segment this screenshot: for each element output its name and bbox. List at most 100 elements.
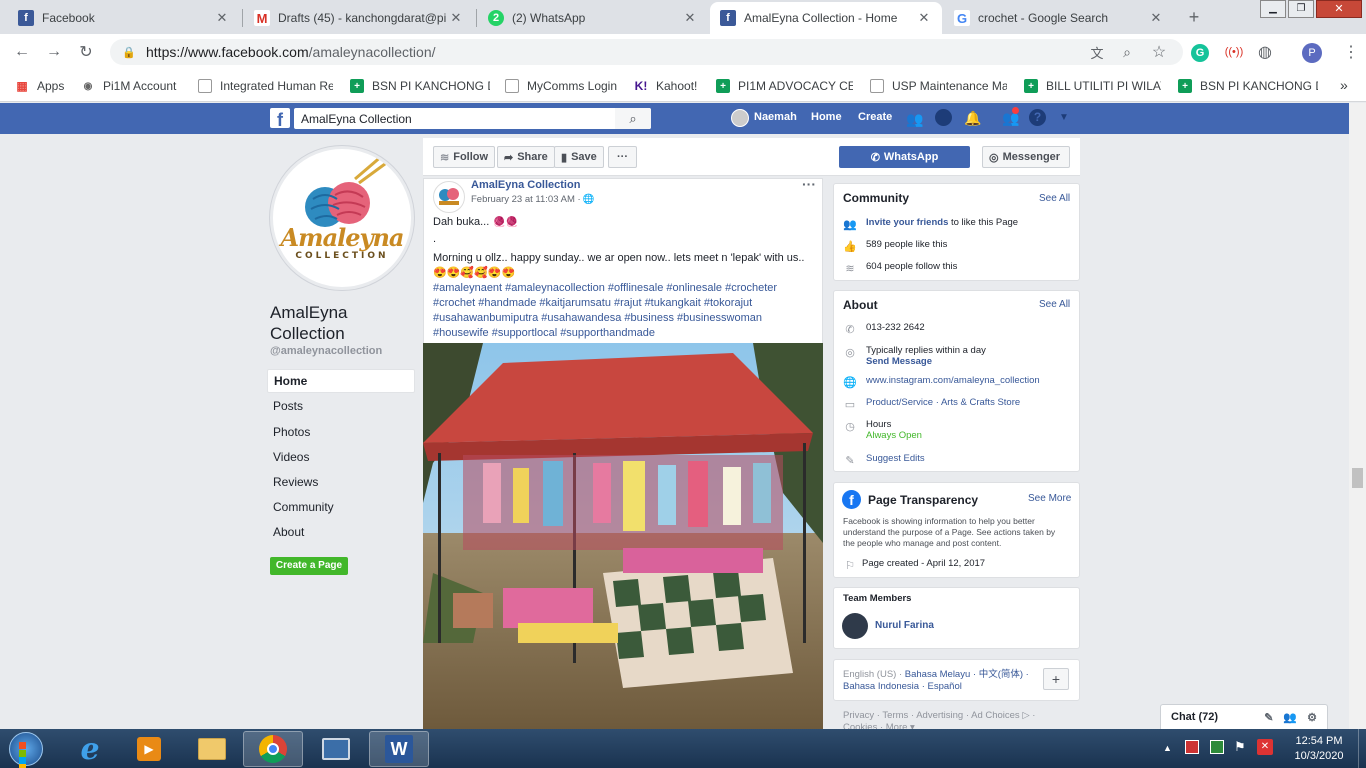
post-hashtags-line[interactable]: #amaleynaent #amaleynacollection #offlin… [433, 281, 818, 296]
chat-bar[interactable]: Chat (72) ✎ 👥 ⚙ [1160, 704, 1328, 729]
post-options-icon[interactable]: ··· [802, 176, 816, 192]
nav-create-link[interactable]: Create [858, 111, 892, 123]
tab-facebook[interactable]: f Facebook ✕ [8, 2, 240, 34]
instagram-link[interactable]: www.instagram.com/amaleyna_collection [866, 375, 1040, 386]
show-desktop-button[interactable] [1358, 729, 1366, 768]
bookmark-kahoot[interactable]: K! Kahoot! [634, 77, 704, 95]
forward-arrow-icon[interactable]: → [42, 40, 66, 64]
close-icon[interactable]: ✕ [916, 10, 932, 26]
post-author-link[interactable]: AmalEyna Collection [471, 179, 580, 191]
facebook-search-input[interactable]: AmalEyna Collection [294, 108, 651, 129]
network-tray-icon[interactable] [1185, 740, 1199, 754]
tab-amaleyna-active[interactable]: f AmalEyna Collection - Home ✕ [710, 2, 942, 34]
nav-home-link[interactable]: Home [811, 111, 842, 123]
send-message-link[interactable]: Send Message [866, 356, 932, 367]
create-page-button[interactable]: Create a Page [270, 557, 348, 575]
team-member-link[interactable]: Nurul Farina [875, 620, 934, 631]
bookmark-mycomms[interactable]: MyComms Login [505, 77, 625, 95]
address-bar[interactable]: 🔒 https://www.facebook.com/amaleynacolle… [110, 39, 1183, 65]
bookmark-bsn-pi-kanchong[interactable]: + BSN PI KANCHONG D [350, 77, 490, 95]
new-tab-button[interactable]: + [1183, 6, 1205, 28]
group-icon[interactable]: 👥 [1283, 711, 1297, 724]
messenger-button[interactable]: ◎ Messenger [982, 146, 1070, 168]
bookmark-bill-utiliti[interactable]: + BILL UTILITI PI WILAY [1024, 77, 1161, 95]
grammarly-icon[interactable]: G [1191, 44, 1209, 62]
bookmark-pi1m-advocacy[interactable]: + PI1M ADVOCACY CEN [716, 77, 853, 95]
share-button[interactable]: ➦ Share [497, 146, 555, 168]
back-arrow-icon[interactable]: ← [10, 40, 34, 64]
chrome-taskbar-icon[interactable] [243, 731, 303, 767]
chat-settings-gear-icon[interactable]: ⚙ [1307, 711, 1317, 724]
bookmark-usp-maintenance[interactable]: USP Maintenance Ma [870, 77, 1007, 95]
post-timestamp[interactable]: February 23 at 11:03 AM · 🌐 [471, 194, 595, 205]
show-hidden-icons-arrow-icon[interactable]: ▲ [1163, 743, 1172, 753]
left-nav-videos[interactable]: Videos [267, 445, 415, 469]
post-author-avatar[interactable] [433, 181, 465, 213]
left-nav-community[interactable]: Community [267, 495, 415, 519]
word-taskbar-icon[interactable]: W [369, 731, 429, 767]
search-icon[interactable]: ⌕ [615, 108, 651, 129]
page-scrollbar[interactable] [1349, 103, 1366, 729]
profile-avatar[interactable]: P [1302, 43, 1322, 63]
globe-extension-icon[interactable]: ◍ [1253, 40, 1277, 64]
suggest-edits-link[interactable]: Suggest Edits [866, 453, 925, 464]
bookmarks-overflow[interactable]: » [1340, 76, 1354, 94]
transparency-see-more-link[interactable]: See More [1028, 493, 1071, 504]
category-link[interactable]: Product/Service · Arts & Crafts Store [866, 397, 1020, 408]
reload-icon[interactable]: ↻ [74, 40, 98, 64]
team-member-avatar[interactable] [842, 613, 868, 639]
tab-google-search[interactable]: G crochet - Google Search ✕ [944, 2, 1174, 34]
close-icon[interactable]: ✕ [214, 10, 230, 26]
bookmark-bsn-pi-kanchong-2[interactable]: + BSN PI KANCHONG D [1178, 77, 1318, 95]
action-center-flag-icon[interactable]: ⚑ [1234, 739, 1246, 755]
account-menu-caret-icon[interactable]: ▼ [1059, 112, 1069, 123]
remote-desktop-taskbar-icon[interactable] [306, 731, 366, 767]
community-see-all-link[interactable]: See All [1039, 193, 1070, 204]
messenger-icon[interactable] [935, 109, 952, 126]
menu-kebab-icon[interactable]: ⋮ [1339, 40, 1363, 64]
bookmark-star-icon[interactable]: ☆ [1147, 40, 1171, 64]
close-window-icon[interactable]: ✕ [1316, 0, 1362, 18]
language-links[interactable]: Bahasa Melayu · 中文(简体) · [905, 669, 1029, 680]
system-clock[interactable]: 12:54 PM 10/3/2020 [1284, 734, 1354, 764]
user-avatar[interactable] [731, 109, 749, 127]
close-icon[interactable]: ✕ [448, 10, 464, 26]
minimize-icon[interactable]: ▁ [1260, 0, 1286, 18]
file-explorer-taskbar-icon[interactable] [182, 731, 242, 767]
post-hashtags-line[interactable]: #crochet #handmade #kaitjarumsatu #rajut… [433, 296, 818, 311]
restore-icon[interactable]: ❐ [1288, 0, 1314, 18]
add-language-button[interactable]: + [1043, 668, 1069, 690]
tab-gmail[interactable]: M Drafts (45) - kanchongdarat@pi ✕ [244, 2, 474, 34]
left-nav-home[interactable]: Home [267, 369, 415, 393]
user-name-link[interactable]: Naemah [754, 111, 797, 123]
scrollbar-thumb[interactable] [1352, 468, 1363, 488]
invite-friends-link[interactable]: Invite your friends [866, 217, 948, 228]
save-button[interactable]: ▮ Save [554, 146, 604, 168]
bookmark-apps[interactable]: ▦ Apps [15, 77, 75, 95]
sync-tray-icon[interactable] [1210, 740, 1224, 754]
help-icon[interactable]: ? [1029, 109, 1046, 126]
post-hashtags-line[interactable]: #usahawanbumiputra #usahawandesa #busine… [433, 311, 818, 326]
bookmark-integrated-human[interactable]: Integrated Human Re [198, 77, 333, 95]
compose-icon[interactable]: ✎ [1264, 711, 1273, 724]
post-photo[interactable] [423, 343, 823, 729]
tab-whatsapp[interactable]: 2 (2) WhatsApp ✕ [478, 2, 708, 34]
start-button[interactable] [3, 730, 49, 768]
zoom-icon[interactable]: ⌕ [1115, 40, 1139, 64]
left-nav-about[interactable]: About [267, 520, 415, 544]
left-nav-posts[interactable]: Posts [267, 394, 415, 418]
more-options-button[interactable]: ··· [608, 146, 637, 168]
language-links[interactable]: Bahasa Indonesia · Español [843, 681, 1029, 693]
page-profile-picture[interactable]: Amaleyna COLLECTION [270, 146, 414, 290]
close-icon[interactable]: ✕ [1148, 10, 1164, 26]
media-player-taskbar-icon[interactable]: ▶ [119, 731, 179, 767]
notifications-bell-icon[interactable]: 🔔 [964, 110, 981, 127]
whatsapp-button[interactable]: ✆ WhatsApp [839, 146, 970, 168]
translate-icon[interactable]: 文 [1085, 40, 1109, 64]
follow-button[interactable]: ≋ Follow [433, 146, 496, 168]
antivirus-tray-icon[interactable]: ✕ [1257, 739, 1273, 755]
friends-icon[interactable]: 👥 [906, 111, 923, 128]
bookmark-pi1m-account[interactable]: ◉ Pi1M Account [81, 77, 193, 95]
close-icon[interactable]: ✕ [682, 10, 698, 26]
facebook-logo-icon[interactable]: f [270, 108, 290, 130]
